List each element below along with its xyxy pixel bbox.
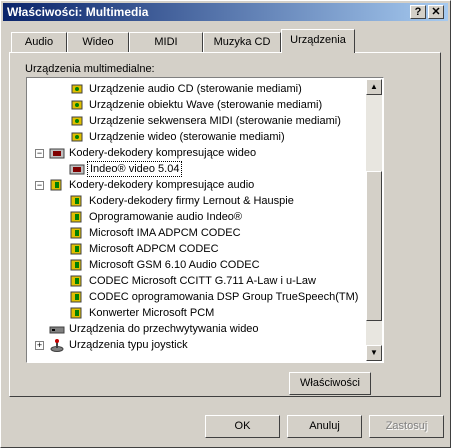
tab-muzyka-cd[interactable]: Muzyka CD — [203, 32, 281, 52]
tree-item-label: Urządzenie audio CD (sterowanie mediami) — [89, 83, 302, 95]
tree-item-label: Urządzenie sekwensera MIDI (sterowanie m… — [89, 115, 341, 127]
tab-wideo[interactable]: Wideo — [67, 32, 129, 52]
window-title: Właściwości: Multimedia — [7, 5, 149, 19]
audio-codec-icon — [70, 275, 82, 287]
vertical-scrollbar[interactable]: ▲ ▼ — [366, 79, 382, 361]
tree-item-label: Urządzenia typu joystick — [69, 339, 188, 351]
audio-codec-icon — [70, 259, 82, 271]
tree-item-label: Konwerter Microsoft PCM — [89, 307, 215, 319]
tab-midi[interactable]: MIDI — [129, 32, 203, 52]
speaker-icon — [71, 84, 83, 94]
devices-tree[interactable]: Urządzenie audio CD (sterowanie mediami)… — [26, 77, 384, 363]
tree-item-label: Microsoft GSM 6.10 Audio CODEC — [89, 259, 260, 271]
tree-item-label: Kodery-dekodery kompresujące wideo — [69, 147, 257, 159]
audio-codec-icon — [70, 227, 82, 239]
collapse-expander[interactable]: − — [35, 181, 44, 190]
tab-strip: Audio Wideo MIDI Muzyka CD Urządzenia — [9, 29, 449, 53]
scroll-up-arrow-icon[interactable]: ▲ — [366, 79, 382, 95]
tab-urzadzenia[interactable]: Urządzenia — [281, 29, 355, 53]
apply-button: Zastosuj — [369, 415, 444, 438]
tree-item-label: Oprogramowanie audio Indeo® — [89, 211, 243, 223]
tree-item-label: CODEC oprogramowania DSP Group TrueSpeec… — [89, 291, 359, 303]
audio-codec-icon — [70, 211, 82, 223]
help-button[interactable]: ? — [410, 5, 426, 19]
tab-audio[interactable]: Audio — [11, 32, 67, 52]
expand-expander[interactable]: + — [35, 341, 44, 350]
devices-label: Urządzenia multimedialne: — [25, 63, 155, 75]
tree-item-label: CODEC Microsoft CCITT G.711 A-Law i u-La… — [89, 275, 316, 287]
video-codec-icon — [49, 148, 65, 159]
audio-codec-icon — [70, 307, 82, 319]
audio-codec-icon — [70, 291, 82, 303]
speaker-icon — [71, 100, 83, 110]
ok-button[interactable]: OK — [205, 415, 280, 438]
close-button[interactable]: ✕ — [428, 5, 444, 19]
collapse-expander[interactable]: − — [35, 149, 44, 158]
audio-codec-icon — [70, 195, 82, 207]
tree-item-label: Urządzenie obiektu Wave (sterowanie medi… — [89, 99, 323, 111]
capture-device-icon — [49, 326, 65, 334]
title-bar: Właściwości: Multimedia ? ✕ — [3, 3, 448, 21]
tree-item-label: Kodery-dekodery kompresujące audio — [69, 179, 255, 191]
tree-item-label: Microsoft ADPCM CODEC — [89, 243, 219, 255]
tree-item-label: Urządzenie wideo (sterowanie mediami) — [89, 131, 285, 143]
scroll-down-arrow-icon[interactable]: ▼ — [366, 345, 382, 361]
audio-codec-icon — [50, 179, 62, 191]
speaker-icon — [71, 132, 83, 142]
tree-item-label-selected: Indeo® video 5.04 — [87, 161, 183, 177]
tree-item-label: Urządzenia do przechwytywania wideo — [69, 323, 259, 335]
video-codec-icon — [69, 164, 85, 175]
scroll-thumb[interactable] — [366, 171, 382, 321]
audio-codec-icon — [70, 243, 82, 255]
properties-dialog: Właściwości: Multimedia ? ✕ Audio Wideo … — [0, 0, 451, 448]
tree-item-label: Microsoft IMA ADPCM CODEC — [89, 227, 241, 239]
properties-button[interactable]: Właściwości — [289, 372, 371, 395]
tree-item-label: Kodery-dekodery firmy Lernout & Hauspie — [89, 195, 294, 207]
speaker-icon — [71, 116, 83, 126]
joystick-icon — [50, 339, 64, 352]
cancel-button[interactable]: Anuluj — [287, 415, 362, 438]
